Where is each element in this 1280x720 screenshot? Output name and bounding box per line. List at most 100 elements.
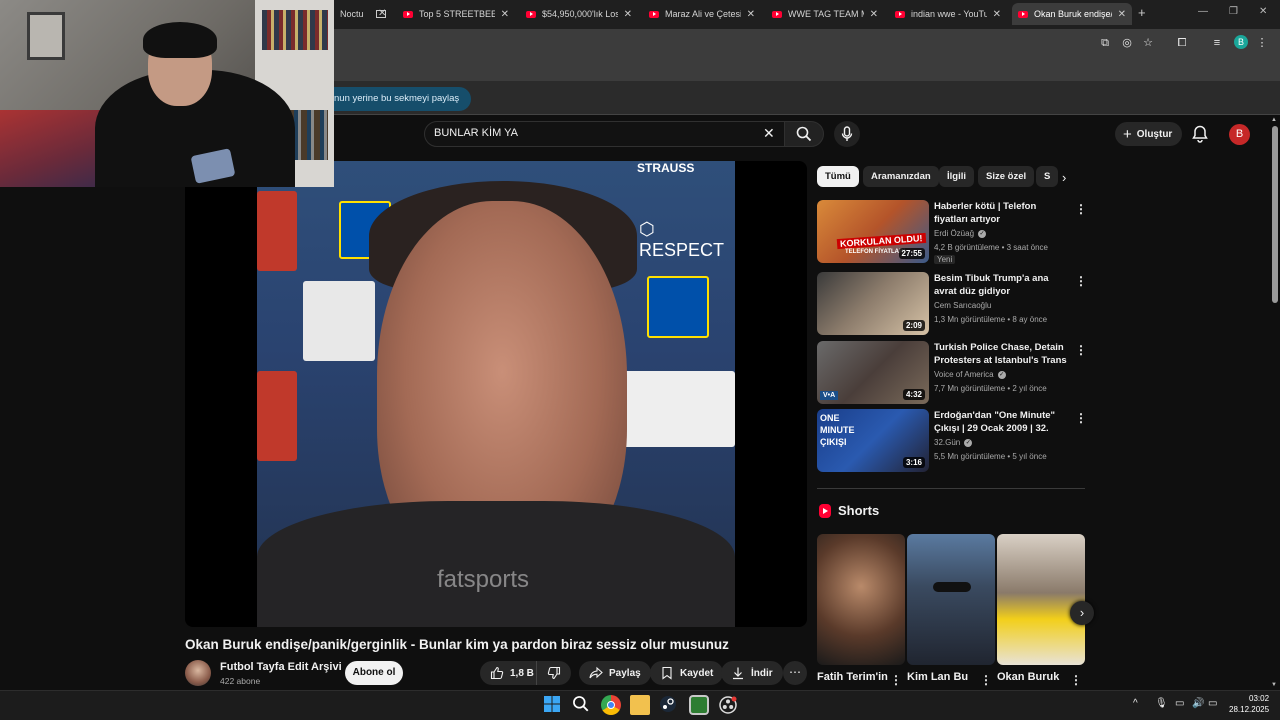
video-channel[interactable]: Erdi Özüağ ✓ — [934, 229, 987, 238]
browser-tab[interactable]: Maraz Ali ve Çetesine ✕ — [643, 3, 761, 25]
video-menu-dots-icon[interactable]: ⋮ — [1075, 411, 1087, 425]
chrome-icon[interactable] — [601, 695, 621, 715]
video-thumbnail[interactable]: KORKULAN OLDU! TELEFON FİYATLARI 27:55 — [817, 200, 929, 263]
tab-close-icon[interactable]: ✕ — [993, 9, 1001, 20]
network-icon[interactable]: ▭ — [1175, 698, 1184, 709]
scroll-up-arrow-icon[interactable]: ▲ — [1271, 117, 1277, 123]
close-window-icon[interactable]: ✕ — [1259, 6, 1267, 17]
recommended-video[interactable]: 2:09 Besim Tibuk Trump'a ana avrat düz g… — [817, 272, 1087, 336]
video-thumbnail[interactable]: ONE MINUTE ÇIKIŞI 3:16 — [817, 409, 929, 472]
taskbar-date[interactable]: 28.12.2025 — [1229, 705, 1269, 714]
clear-search-icon[interactable]: ✕ — [763, 125, 775, 142]
video-thumbnail[interactable]: 2:09 — [817, 272, 929, 335]
dislike-button[interactable] — [536, 661, 571, 685]
toolbar-right: ⧉ ◎ ☆ ⧠ ≡ ⋮ — [334, 31, 1280, 51]
chips-next-arrow-icon[interactable]: › — [1062, 170, 1066, 185]
file-explorer-icon[interactable] — [630, 695, 650, 715]
extensions-icon[interactable]: ⧠ — [1175, 36, 1189, 50]
mic-tray-icon[interactable]: 🎙 — [1155, 698, 1168, 709]
share-button[interactable]: Paylaş — [579, 661, 651, 685]
save-button[interactable]: Kaydet — [650, 661, 724, 685]
obs-icon[interactable] — [718, 695, 738, 715]
short-title[interactable]: Okan Buruk — [997, 671, 1059, 683]
tab-close-icon[interactable]: ✕ — [747, 9, 755, 20]
volume-icon[interactable]: 🔊 — [1192, 698, 1204, 709]
chip-for-you[interactable]: Size özel — [978, 166, 1035, 187]
video-title[interactable]: Turkish Police Chase, Detain Protesters … — [934, 341, 1069, 368]
browser-tab-active[interactable]: Okan Buruk endişe/p ✕ — [1012, 3, 1132, 25]
tab-close-icon[interactable]: ✕ — [870, 9, 878, 20]
short-menu-dots-icon[interactable]: ⋮ — [1070, 673, 1082, 687]
scrollbar-thumb[interactable] — [1272, 126, 1278, 303]
reading-list-icon[interactable]: ≡ — [1210, 36, 1224, 50]
video-menu-dots-icon[interactable]: ⋮ — [1075, 343, 1087, 357]
search-query[interactable]: BUNLAR KİM YA — [434, 127, 518, 139]
browser-profile-avatar[interactable]: B — [1234, 35, 1248, 49]
recommended-video[interactable]: ONE MINUTE ÇIKIŞI 3:16 Erdoğan'dan "One … — [817, 409, 1087, 473]
video-player[interactable]: STRAUSS ⬡ RESPECT fatsports — [185, 161, 807, 627]
recommended-video[interactable]: KORKULAN OLDU! TELEFON FİYATLARI 27:55 H… — [817, 200, 1087, 264]
more-actions-button[interactable]: ⋯ — [783, 661, 807, 685]
channel-name[interactable]: Futbol Tayfa Edit Arşivi — [220, 661, 342, 673]
taskbar-time[interactable]: 03:02 — [1249, 694, 1269, 703]
minimize-icon[interactable]: — — [1198, 6, 1208, 17]
taskbar-search-icon[interactable] — [572, 695, 592, 715]
browser-tab[interactable]: Top 5 STREETBEEFS K ✕ — [397, 3, 515, 25]
short-thumbnail[interactable] — [907, 534, 995, 665]
channel-avatar[interactable] — [185, 660, 211, 686]
sponsor-board — [303, 281, 375, 361]
video-duration: 3:16 — [902, 457, 925, 468]
tab-close-icon[interactable]: ✕ — [624, 9, 632, 20]
cast-icon[interactable]: ⧉ — [1098, 36, 1112, 50]
download-button[interactable]: İndir — [721, 661, 783, 685]
windows-start-icon[interactable] — [543, 695, 563, 715]
browser-tab[interactable]: WWE TAG TEAM MA ✕ — [766, 3, 884, 25]
short-menu-dots-icon[interactable]: ⋮ — [980, 673, 992, 687]
video-title[interactable]: Besim Tibuk Trump'a ana avrat düz gidiyo… — [934, 272, 1069, 298]
new-tab-button[interactable]: + — [1138, 5, 1146, 20]
account-avatar[interactable]: B — [1229, 124, 1250, 145]
tab-close-icon[interactable]: ✕ — [501, 9, 509, 20]
video-channel[interactable]: Voice of America ✓ — [934, 370, 1006, 379]
video-channel[interactable]: Cem Sarıcaoğlu — [934, 301, 991, 310]
tab-close-icon[interactable]: ✕ — [378, 8, 386, 19]
video-channel[interactable]: 32.Gün ✓ — [934, 438, 973, 447]
youtube-favicon-icon — [1018, 10, 1028, 18]
hide-eye-icon[interactable]: ◎ — [1120, 36, 1134, 50]
voice-search-button[interactable] — [834, 121, 860, 147]
browser-tab[interactable]: $54,950,000'lık Los A ✕ — [520, 3, 638, 25]
chip-from-search[interactable]: Aramanızdan — [863, 166, 939, 187]
recommended-video[interactable]: V•A 4:32 Turkish Police Chase, Detain Pr… — [817, 341, 1087, 405]
short-title[interactable]: Kim Lan Bu — [907, 671, 968, 683]
tab-close-icon[interactable]: ✕ — [1118, 9, 1126, 20]
video-thumbnail[interactable]: V•A 4:32 — [817, 341, 929, 404]
share-label: Paylaş — [609, 667, 641, 679]
short-menu-dots-icon[interactable]: ⋮ — [890, 673, 902, 687]
search-button[interactable] — [784, 121, 824, 147]
short-thumbnail[interactable] — [997, 534, 1085, 665]
scroll-down-arrow-icon[interactable]: ▼ — [1271, 682, 1277, 688]
menu-dots-icon[interactable]: ⋮ — [1255, 36, 1269, 50]
like-button[interactable]: 1,8 B — [480, 661, 542, 685]
browser-tab[interactable]: indian wwe - YouTub ✕ — [889, 3, 1007, 25]
create-button[interactable]: + Oluştur — [1115, 122, 1183, 146]
subscribe-button[interactable]: Abone ol — [345, 661, 403, 685]
chip-partial[interactable]: S — [1036, 166, 1058, 187]
restore-icon[interactable]: ❐ — [1229, 6, 1238, 17]
video-title[interactable]: Haberler kötü | Telefon fiyatları artıyo… — [934, 200, 1069, 226]
shorts-next-button[interactable]: › — [1070, 601, 1094, 625]
video-title[interactable]: Erdoğan'dan "One Minute" Çıkışı | 29 Oca… — [934, 409, 1069, 436]
bookmark-star-icon[interactable]: ☆ — [1141, 36, 1155, 50]
notifications-bell-icon[interactable] — [1192, 125, 1208, 143]
minecraft-icon[interactable] — [689, 695, 709, 715]
tray-overflow-icon[interactable]: ^ — [1133, 698, 1138, 709]
short-thumbnail[interactable] — [817, 534, 905, 665]
steam-icon[interactable] — [659, 695, 679, 715]
short-title[interactable]: Fatih Terim'in — [817, 671, 888, 683]
video-menu-dots-icon[interactable]: ⋮ — [1075, 202, 1087, 216]
share-this-tab-button[interactable]: nun yerine bu sekmeyi paylaş — [318, 87, 472, 111]
chip-all[interactable]: Tümü — [817, 166, 859, 187]
battery-icon[interactable]: ▭ — [1208, 698, 1217, 709]
video-menu-dots-icon[interactable]: ⋮ — [1075, 274, 1087, 288]
chip-related[interactable]: İlgili — [939, 166, 974, 187]
